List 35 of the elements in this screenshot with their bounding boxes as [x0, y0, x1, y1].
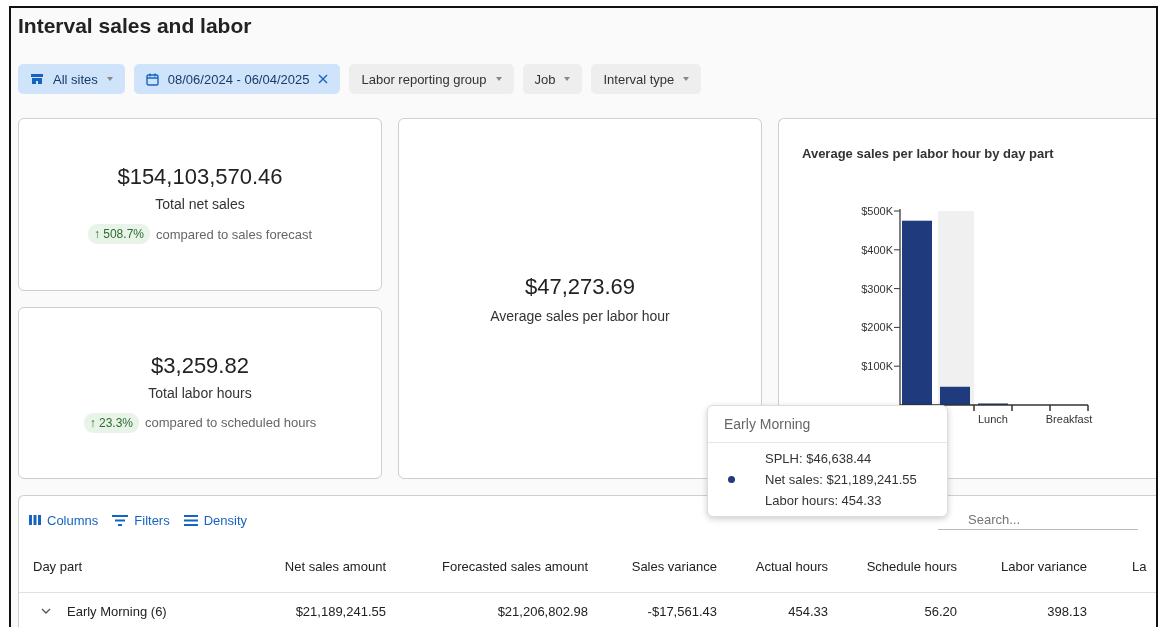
- chart-title: Average sales per labor hour by day part: [802, 146, 1055, 161]
- y-tick: $300K: [861, 282, 901, 295]
- kpi-label: Total net sales: [155, 196, 245, 213]
- y-tick-label: $300K: [861, 282, 894, 295]
- y-tick-label: $400K: [861, 243, 894, 256]
- table-cell-text: 398.13: [1046, 603, 1087, 619]
- change-badge: ↑ 508.7%: [87, 224, 150, 245]
- table-cell-text: 56.20: [923, 603, 957, 619]
- y-tick-label: $200K: [861, 321, 894, 334]
- page-title: Interval sales and labor: [18, 14, 253, 38]
- y-tick-label: $500K: [861, 205, 894, 217]
- y-tick: $500K: [861, 205, 901, 217]
- kpi-value: $154,103,570.46: [117, 164, 283, 191]
- table-cell-text: $21,206,802.98: [496, 603, 588, 619]
- x-tick-label: Lunch: [978, 413, 1008, 425]
- y-tick-label: $100K: [861, 360, 894, 373]
- tooltip-line: Net sales: $21,189,241.55: [765, 472, 917, 487]
- y-tick: $200K: [861, 321, 901, 334]
- table-cell-text: $21,189,241.55: [294, 603, 386, 619]
- y-tick: $100K: [861, 360, 901, 373]
- table-cell-text: -$17,561.43: [646, 603, 717, 619]
- tooltip-title: Early Morning: [708, 406, 947, 443]
- x-tick-label: Breakfast: [1045, 413, 1093, 425]
- kpi-label: Average sales per labor hour: [490, 307, 670, 324]
- tooltip-line: SPLH: $46,638.44: [765, 451, 873, 466]
- table-cell: Early Morning (6): [67, 603, 167, 619]
- tooltip-line: Labor hours: 454.33: [765, 493, 883, 508]
- kpi-value: $3,259.82: [151, 352, 249, 379]
- kpi-value: $47,273.69: [524, 273, 636, 300]
- comparison-text: compared to scheduled hours: [145, 415, 317, 431]
- comparison-text: compared to sales forecast: [156, 226, 313, 242]
- y-tick: $400K: [861, 243, 901, 256]
- kpi-label: Total labor hours: [148, 384, 252, 401]
- table-cell-text: 454.33: [787, 603, 828, 619]
- change-badge: ↑ 23.3%: [83, 412, 140, 433]
